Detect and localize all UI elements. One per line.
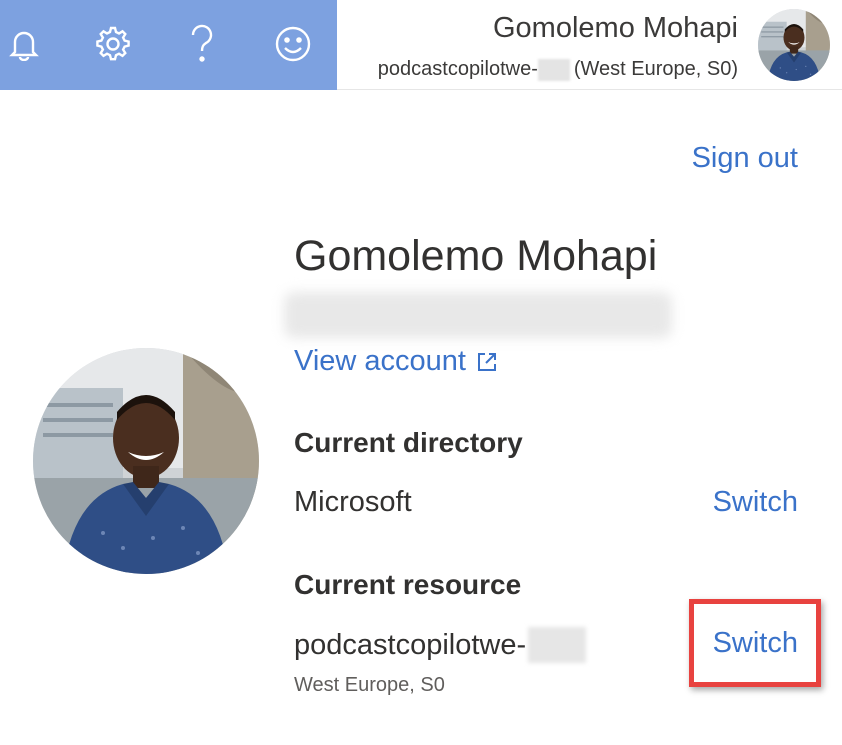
sign-out-link[interactable]: Sign out [692,142,798,175]
redacted-resource-suffix [528,627,587,663]
view-account-link[interactable]: View account [294,345,498,378]
account-resource-region: (West Europe, S0) [573,58,738,80]
current-resource-label: Current resource [294,569,522,600]
user-name: Gomolemo Mohapi [294,232,658,280]
account-resource-prefix: podcastcopilotwe- [377,58,538,80]
help-icon[interactable] [180,22,224,66]
switch-resource-button[interactable]: Switch [713,627,798,660]
top-bar: Gomolemo Mohapi podcastcopilotwe- (West … [0,0,842,90]
account-resource: podcastcopilotwe- (West Europe, S0) [378,58,738,81]
profile-photo [33,348,259,574]
gear-icon[interactable] [91,22,135,66]
smiley-icon[interactable] [271,22,315,66]
view-account-label: View account [294,345,466,377]
external-link-icon [477,352,496,371]
resource-value-prefix: podcastcopilotwe- [294,628,527,661]
redacted-resource-suffix [537,58,570,81]
top-bar-actions [0,0,337,90]
directory-value: Microsoft [294,486,412,518]
avatar[interactable] [758,9,830,81]
resource-value: podcastcopilotwe- [294,627,587,663]
current-directory-label: Current directory [294,427,523,458]
redacted-email [284,292,672,338]
account-name: Gomolemo Mohapi [493,12,738,44]
bell-icon[interactable] [2,22,46,66]
switch-directory-button[interactable]: Switch [713,486,798,519]
resource-region: West Europe, S0 [294,674,445,696]
